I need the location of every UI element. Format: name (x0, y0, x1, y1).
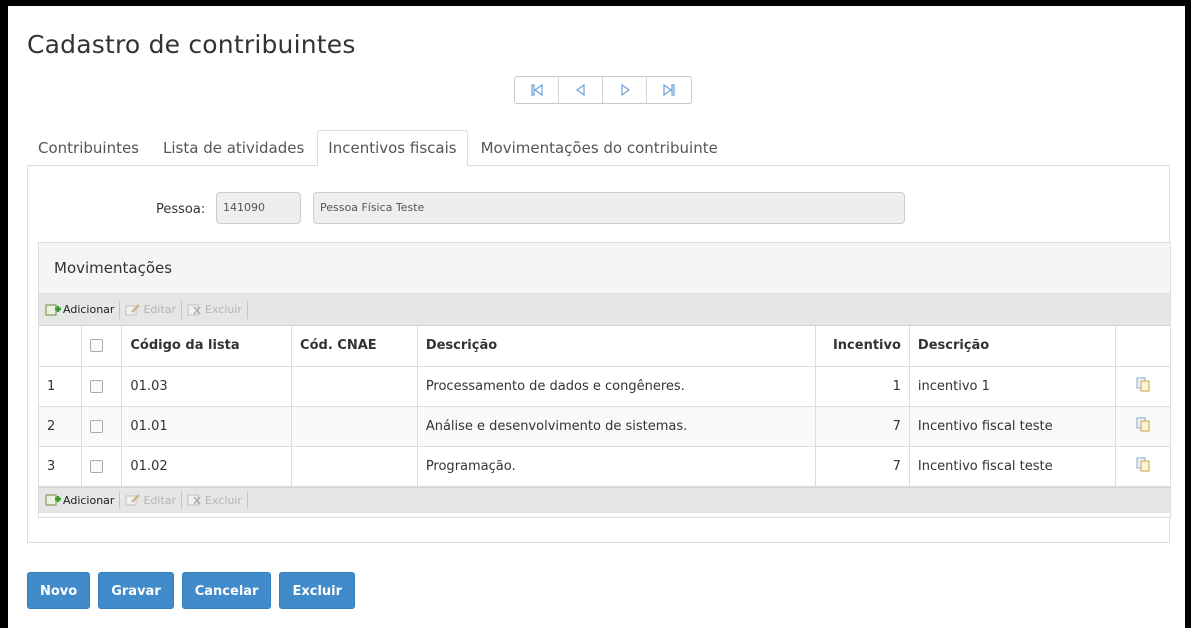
next-page-button[interactable] (603, 77, 647, 103)
table-row[interactable]: 3 01.02 Programação. 7 Incentivo fiscal … (39, 446, 1170, 487)
tab-incentivos-fiscais[interactable]: Incentivos fiscais (317, 130, 468, 166)
copy-icon[interactable] (1135, 376, 1151, 392)
previous-page-icon (575, 83, 585, 97)
table-row[interactable]: 1 01.03 Processamento de dados e congêne… (39, 366, 1170, 407)
edit-button[interactable]: Editar (125, 303, 181, 317)
row-checkbox[interactable] (90, 459, 104, 473)
delete-icon (187, 494, 201, 506)
cell-codigo: 01.02 (121, 446, 293, 487)
toolbar-divider (119, 491, 121, 509)
tab-lista-de-atividades[interactable]: Lista de atividades (152, 130, 315, 165)
row-action-cell (1115, 406, 1170, 447)
row-checkbox[interactable] (90, 379, 104, 393)
add-icon (45, 304, 61, 315)
delete-label: Excluir (205, 493, 242, 507)
column-header-cnae[interactable]: Cód. CNAE (291, 326, 418, 367)
save-button[interactable]: Gravar (98, 572, 174, 609)
edit-icon (125, 494, 141, 506)
last-page-button[interactable] (647, 77, 691, 103)
row-action-cell (1115, 446, 1170, 487)
row-checkbox-cell (81, 406, 123, 447)
copy-icon[interactable] (1135, 456, 1151, 472)
add-label: Adicionar (63, 493, 115, 507)
column-header-descricao[interactable]: Descrição (417, 326, 816, 367)
add-icon (45, 494, 61, 506)
cell-cnae (291, 446, 418, 487)
toolbar-divider (246, 300, 248, 319)
first-page-icon (530, 83, 543, 97)
copy-icon[interactable] (1135, 416, 1151, 432)
delete-button[interactable]: Excluir (187, 493, 247, 507)
row-checkbox[interactable] (90, 419, 104, 433)
row-checkbox-cell (81, 366, 123, 407)
new-button[interactable]: Novo (27, 572, 91, 609)
grid-toolbar-top: Adicionar Editar Excluir (39, 294, 1170, 326)
tab-contribuintes[interactable]: Contribuintes (27, 130, 150, 165)
last-page-icon (663, 83, 675, 97)
page-title: Cadastro de contribuintes (27, 30, 356, 59)
cell-cnae (291, 406, 418, 447)
select-all-checkbox[interactable] (90, 339, 104, 353)
cell-descricao: Programação. (417, 446, 816, 487)
toolbar-divider (181, 491, 183, 509)
previous-page-button[interactable] (559, 77, 603, 103)
cell-descricao-incentivo: Incentivo fiscal teste (909, 446, 1116, 487)
delete-label: Excluir (205, 303, 242, 316)
cell-descricao-incentivo: incentivo 1 (909, 366, 1116, 407)
actions-header (1115, 326, 1170, 367)
column-header-codigo[interactable]: Código da lista (121, 326, 293, 367)
row-number: 2 (39, 406, 83, 447)
next-page-icon (620, 83, 630, 97)
column-header-descricao-incentivo[interactable]: Descrição (909, 326, 1116, 367)
row-number-header (39, 326, 83, 367)
column-header-incentivo[interactable]: Incentivo (815, 326, 910, 367)
tab-panel: Pessoa: 141090 Pessoa Física Teste Movim… (27, 166, 1171, 543)
window: Cadastro de contribuintes Contribuintes … (8, 6, 1185, 628)
add-button[interactable]: Adicionar (45, 493, 119, 507)
select-all-checkbox-cell (81, 326, 123, 367)
edit-label: Editar (143, 493, 177, 507)
edit-icon (125, 303, 141, 315)
cell-cnae (291, 366, 418, 407)
cell-descricao: Análise e desenvolvimento de sistemas. (417, 406, 816, 447)
table-header-row: Código da lista Cód. CNAE Descrição Ince… (39, 326, 1170, 367)
cancel-button[interactable]: Cancelar (181, 572, 272, 609)
add-label: Adicionar (63, 303, 115, 316)
first-page-button[interactable] (515, 77, 559, 103)
tab-bar: Contribuintes Lista de atividades Incent… (27, 130, 1170, 166)
edit-label: Editar (143, 303, 177, 316)
grid-title: Movimentações (39, 243, 1170, 294)
row-number: 1 (39, 366, 83, 407)
toolbar-divider (181, 300, 183, 319)
movimentacoes-grid: Movimentações Adicionar Editar Excluir C… (38, 242, 1171, 518)
cell-descricao-incentivo: Incentivo fiscal teste (909, 406, 1116, 447)
table-row[interactable]: 2 01.01 Análise e desenvolvimento de sis… (39, 406, 1170, 447)
edit-button[interactable]: Editar (125, 493, 181, 507)
pessoa-code-field[interactable]: 141090 (216, 192, 301, 224)
grid-toolbar-bottom: Adicionar Editar Excluir (39, 486, 1170, 513)
cell-codigo: 01.01 (121, 406, 293, 447)
toolbar-divider (119, 300, 121, 319)
pessoa-name-field[interactable]: Pessoa Física Teste (313, 192, 905, 224)
cell-descricao: Processamento de dados e congêneres. (417, 366, 816, 407)
cell-incentivo: 1 (815, 366, 910, 407)
cell-codigo: 01.03 (121, 366, 293, 407)
pessoa-label: Pessoa: (156, 202, 206, 217)
record-pager (514, 76, 692, 104)
cell-incentivo: 7 (815, 446, 910, 487)
delete-icon (187, 304, 201, 315)
row-action-cell (1115, 366, 1170, 407)
row-number: 3 (39, 446, 83, 487)
form-actions: Novo Gravar Cancelar Excluir (27, 572, 356, 609)
add-button[interactable]: Adicionar (45, 303, 119, 317)
delete-record-button[interactable]: Excluir (279, 572, 356, 609)
row-checkbox-cell (81, 446, 123, 487)
grid-table: Código da lista Cód. CNAE Descrição Ince… (39, 326, 1170, 487)
tab-movimentacoes-do-contribuinte[interactable]: Movimentações do contribuinte (470, 130, 729, 165)
delete-button[interactable]: Excluir (187, 303, 247, 317)
toolbar-divider (246, 491, 248, 509)
cell-incentivo: 7 (815, 406, 910, 447)
